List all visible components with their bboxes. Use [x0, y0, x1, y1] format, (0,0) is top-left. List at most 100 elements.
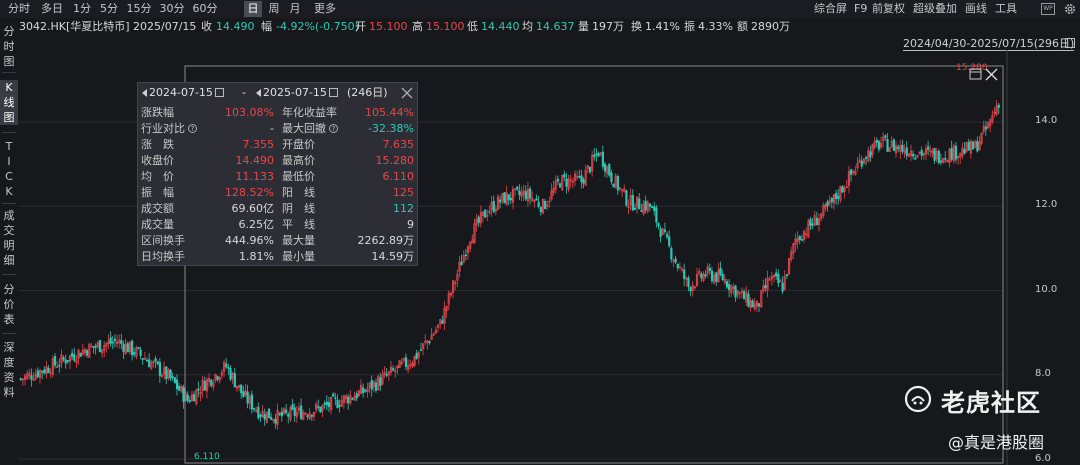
- forward-adjust-button[interactable]: 前复权: [872, 1, 905, 17]
- stat-label: 最小量: [282, 250, 315, 263]
- candle-down: [892, 139, 896, 151]
- tab-60min[interactable]: 60分: [190, 1, 220, 17]
- wp-icon[interactable]: WP: [1041, 3, 1055, 15]
- candle-down: [280, 411, 283, 417]
- stat-label: 最高价: [282, 154, 315, 167]
- candle-down: [580, 175, 583, 182]
- tab-multi-day[interactable]: 多日: [37, 1, 67, 17]
- stock-terminal-window: 分时 多日 1分 5分 15分 30分 60分 日 周 月 更多 综合屏 F9 …: [0, 0, 1080, 465]
- calendar-icon[interactable]: [1065, 38, 1075, 48]
- candle-down: [689, 287, 692, 292]
- candle-down: [126, 343, 129, 353]
- f9-button[interactable]: F9: [854, 1, 867, 17]
- candle-down: [901, 144, 904, 152]
- candle-down: [325, 401, 328, 406]
- nav-divider: [2, 274, 16, 275]
- candle-down: [781, 282, 784, 292]
- candle-down: [250, 394, 254, 410]
- gear-icon[interactable]: [1063, 2, 1077, 16]
- tools-button[interactable]: 工具: [995, 1, 1017, 17]
- nav-tick[interactable]: T I C K: [0, 139, 18, 199]
- candle-down: [137, 347, 140, 349]
- candle-down: [659, 228, 662, 237]
- candle-down: [379, 377, 382, 386]
- stats-row: 区间换手 444.96% 最大量 2262.89万: [138, 233, 417, 249]
- candle-down: [663, 229, 667, 232]
- nav-deep-data[interactable]: 深 度 资 料: [0, 340, 18, 400]
- tab-monthly[interactable]: 月: [286, 1, 304, 17]
- stat-value: 9: [407, 218, 414, 231]
- y-tick-label: 10.0: [1035, 284, 1058, 295]
- candle-down: [869, 151, 872, 158]
- amount-value: 2890万: [751, 20, 790, 33]
- tab-15min[interactable]: 15分: [124, 1, 154, 17]
- candle-down: [392, 368, 395, 371]
- tab-intraday[interactable]: 分时: [4, 1, 34, 17]
- candle-down: [193, 394, 196, 402]
- nav-char: 料: [3, 386, 15, 399]
- calendar-icon[interactable]: [215, 88, 224, 97]
- quote-info-line: 3042.HK[华夏比特币] 2025/07/15 收 14.490 幅 -4.…: [0, 18, 1080, 36]
- candle-down: [240, 384, 243, 394]
- tab-weekly[interactable]: 周: [265, 1, 283, 17]
- candle-down: [419, 349, 423, 351]
- start-date-field[interactable]: 2024-07-15: [149, 86, 213, 100]
- candle-down: [327, 402, 331, 407]
- candle-down: [334, 397, 337, 400]
- close-icon[interactable]: [400, 86, 414, 100]
- candle-down: [257, 406, 260, 419]
- candle-down: [725, 281, 729, 288]
- nav-char: 时: [3, 40, 15, 53]
- candle-down: [178, 386, 181, 391]
- date-range-selector[interactable]: 2024/04/30-2025/07/15(296日): [903, 37, 1075, 51]
- help-icon[interactable]: ?: [329, 124, 338, 133]
- tab-30min[interactable]: 30分: [157, 1, 187, 17]
- stat-label: 日均换手: [141, 250, 185, 263]
- candle-down: [877, 141, 881, 150]
- prev-date-arrow-icon[interactable]: [142, 89, 147, 97]
- help-icon[interactable]: ?: [188, 124, 197, 133]
- stat-value: 128.52%: [225, 186, 274, 199]
- nav-kline-chart[interactable]: K 线 图: [0, 80, 18, 125]
- super-overlay-button[interactable]: 超级叠加: [913, 1, 957, 17]
- nav-price-table[interactable]: 分 价 表: [0, 282, 18, 327]
- candle-down: [66, 359, 69, 362]
- draw-line-button[interactable]: 画线: [965, 1, 987, 17]
- date-separator: -: [242, 86, 246, 99]
- candle-down: [912, 153, 915, 157]
- nav-divider: [2, 72, 16, 73]
- candle-down: [233, 373, 236, 388]
- calendar-icon[interactable]: [329, 88, 338, 97]
- watermark-handle: @真是港股圈: [948, 433, 1045, 452]
- candle-down: [920, 150, 923, 156]
- y-tick-label: 12.0: [1035, 199, 1058, 210]
- tab-daily[interactable]: 日: [244, 1, 262, 17]
- candle-down: [764, 285, 767, 289]
- y-tick-label: 6.0: [1035, 453, 1051, 464]
- close-selection-icon[interactable]: [985, 68, 998, 81]
- candle-down: [323, 402, 326, 405]
- stat-label: 成交额: [141, 202, 174, 215]
- candle-down: [751, 300, 754, 308]
- prev-date-arrow-icon[interactable]: [256, 89, 261, 97]
- candle-down: [933, 148, 936, 161]
- tab-5min[interactable]: 5分: [97, 1, 121, 17]
- stat-label: 区间换手: [141, 234, 185, 247]
- nav-char: 细: [3, 254, 15, 267]
- candle-down: [728, 284, 731, 291]
- nav-trade-detail[interactable]: 成 交 明 细: [0, 208, 18, 268]
- candle-down: [670, 248, 673, 260]
- nav-char: 资: [3, 371, 15, 384]
- candle-down: [242, 391, 245, 398]
- composite-screen-button[interactable]: 综合屏: [814, 1, 847, 17]
- tab-more[interactable]: 更多: [310, 1, 340, 17]
- candle-down: [58, 364, 61, 367]
- close-value: 14.490: [216, 20, 255, 33]
- nav-intraday-chart[interactable]: 分 时 图: [0, 24, 18, 69]
- nav-char: 图: [3, 55, 15, 68]
- candle-down: [963, 149, 966, 154]
- tab-1min[interactable]: 1分: [70, 1, 94, 17]
- end-date-field[interactable]: 2025-07-15: [263, 86, 327, 100]
- candle-down: [148, 359, 151, 368]
- candle-down: [477, 216, 480, 223]
